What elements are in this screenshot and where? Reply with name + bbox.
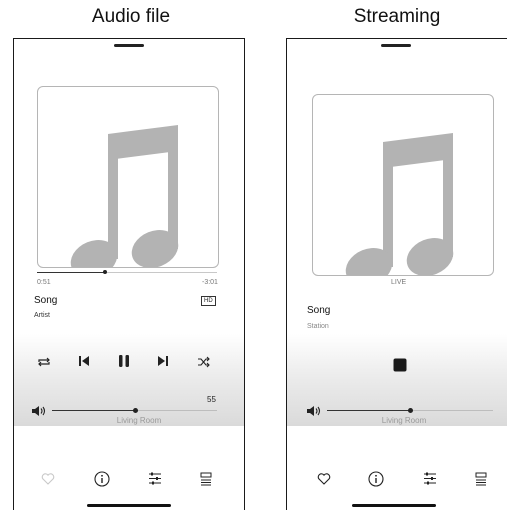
pause-icon[interactable] xyxy=(117,354,131,368)
equalizer-icon[interactable] xyxy=(423,472,437,485)
home-indicator xyxy=(87,504,171,507)
volume-fill xyxy=(327,410,411,411)
volume-knob[interactable] xyxy=(408,408,413,413)
next-icon[interactable] xyxy=(157,355,169,367)
stop-icon[interactable] xyxy=(393,358,407,372)
sheet-handle[interactable] xyxy=(381,44,411,47)
artist-name: Artist xyxy=(34,312,50,319)
progress-fill xyxy=(37,272,105,273)
speaker-icon[interactable] xyxy=(31,405,47,417)
heart-icon[interactable] xyxy=(317,473,331,485)
song-title: Song xyxy=(307,305,331,316)
volume-value: 55 xyxy=(207,395,216,404)
song-title: Song xyxy=(34,295,58,306)
previous-icon[interactable] xyxy=(78,355,90,367)
progress-knob[interactable] xyxy=(103,270,107,274)
album-art xyxy=(37,86,219,268)
audio-file-title: Audio file xyxy=(91,6,171,27)
elapsed-time: 0:51 xyxy=(37,279,51,286)
room-name[interactable]: Living Room xyxy=(84,416,194,425)
home-indicator xyxy=(352,504,436,507)
info-icon[interactable] xyxy=(368,471,384,487)
shuffle-icon[interactable] xyxy=(197,356,211,368)
volume-knob[interactable] xyxy=(133,408,138,413)
heart-icon[interactable] xyxy=(41,473,55,485)
remaining-time: -3:01 xyxy=(202,279,218,286)
sheet-handle[interactable] xyxy=(114,44,144,47)
repeat-icon[interactable] xyxy=(37,356,51,368)
queue-icon[interactable] xyxy=(475,472,487,486)
streaming-title: Streaming xyxy=(353,6,441,27)
album-art xyxy=(312,94,494,276)
streaming-player: LIVE Song Station Living Room xyxy=(286,38,507,510)
live-label: LIVE xyxy=(391,279,407,286)
music-note-icon xyxy=(345,133,454,275)
station-name: Station xyxy=(307,323,329,330)
controls-background xyxy=(14,334,244,426)
equalizer-icon[interactable] xyxy=(148,472,162,485)
speaker-icon[interactable] xyxy=(306,405,322,417)
music-note-icon xyxy=(70,125,179,267)
room-name[interactable]: Living Room xyxy=(349,416,459,425)
audio-file-player: 0:51 -3:01 Song HD Artist 55 Living Room xyxy=(13,38,245,510)
info-icon[interactable] xyxy=(94,471,110,487)
queue-icon[interactable] xyxy=(200,472,212,486)
hd-badge: HD xyxy=(201,296,216,306)
volume-fill xyxy=(52,410,136,411)
